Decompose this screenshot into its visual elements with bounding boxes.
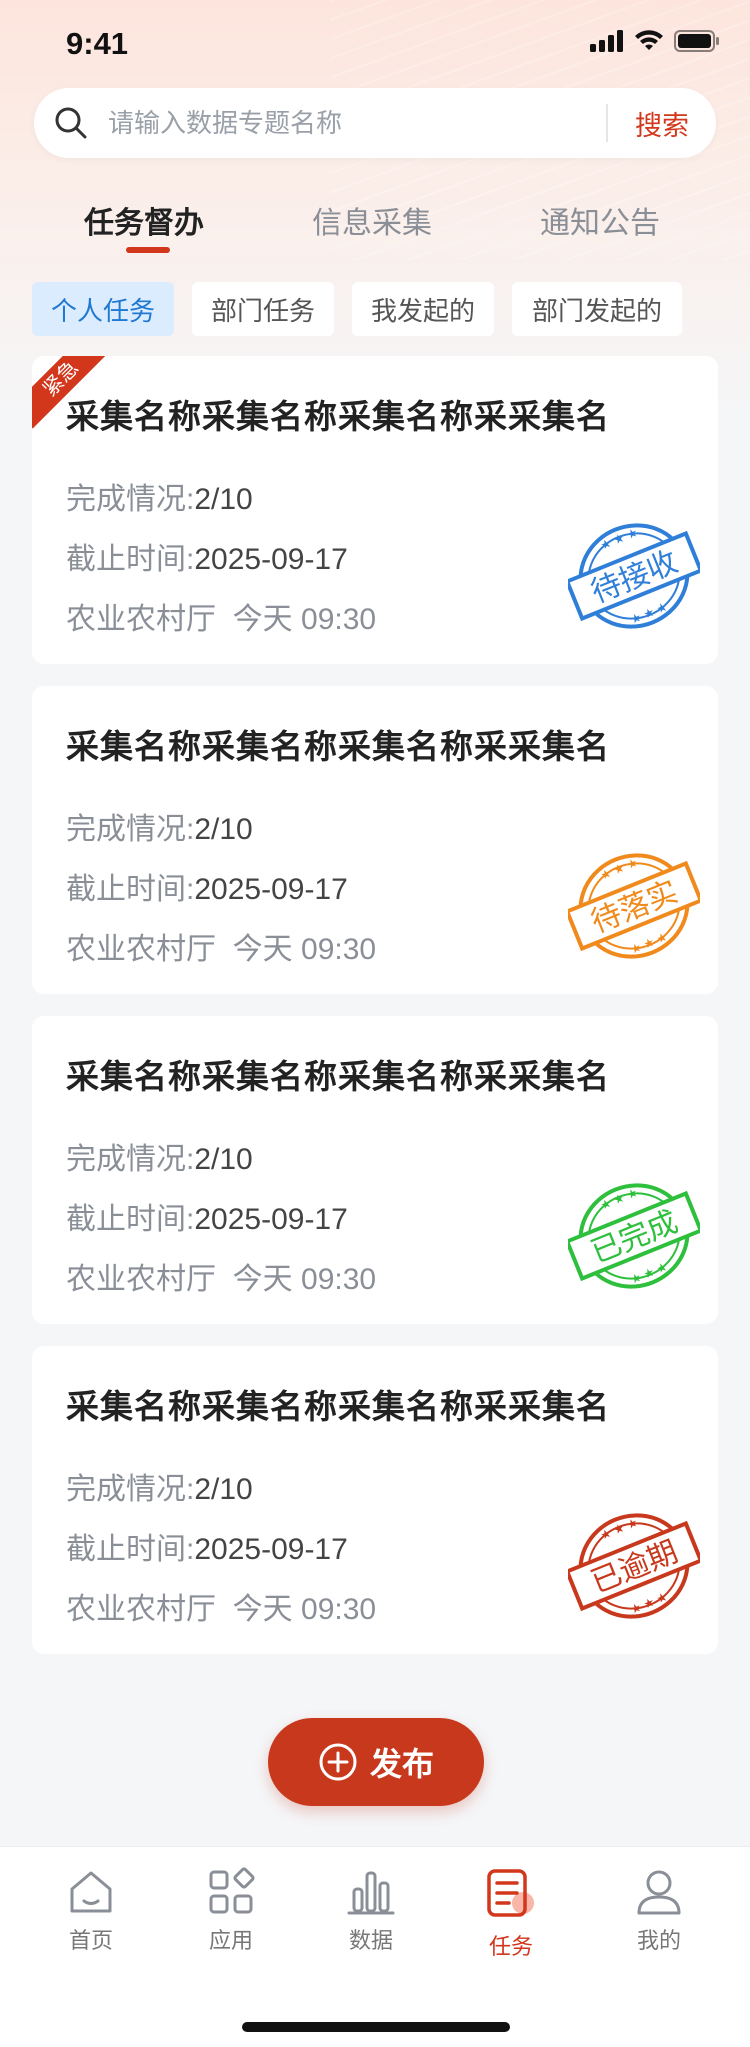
task-card[interactable]: 采集名称采集名称采集名称采采集名 完成情况:2/10 截止时间:2025-09-… — [32, 1016, 718, 1324]
status-stamp-pending-receive: 待接收 ★ ★ ★ ★ ★ ★ — [568, 523, 700, 629]
active-tab-indicator — [126, 247, 170, 253]
card-meta: 农业农村厅 今天 09:30 — [66, 594, 376, 638]
card-title: 采集名称采集名称采集名称采采集名 — [66, 1388, 610, 1425]
deadline-label: 截止时间: — [66, 873, 195, 906]
card-title: 采集名称采集名称采集名称采采集名 — [66, 728, 610, 765]
wifi-icon — [635, 30, 663, 50]
card-progress: 完成情况:2/10 — [66, 474, 253, 518]
tab-notices[interactable]: 通知公告 — [540, 198, 660, 242]
bar-chart-icon — [347, 1871, 395, 1915]
bottom-nav: 首页 应用 数据 任务 我的 — [0, 1846, 750, 2047]
status-stamp-completed: 已完成 ★ ★ ★ ★ ★ ★ — [568, 1183, 700, 1289]
search-button[interactable]: 搜索 — [608, 104, 716, 143]
subtab-department[interactable]: 部门任务 — [192, 282, 334, 336]
signal-icon — [590, 30, 623, 52]
task-card[interactable]: 采集名称采集名称采集名称采采集名 完成情况:2/10 截止时间:2025-09-… — [32, 686, 718, 994]
nav-label: 任务 — [488, 1934, 533, 1959]
deadline-value: 2025-09-17 — [194, 873, 348, 906]
publish-time: 今天 09:30 — [232, 603, 377, 636]
progress-value: 2/10 — [194, 483, 253, 516]
progress-value: 2/10 — [194, 1473, 253, 1506]
home-icon — [70, 1871, 112, 1913]
card-deadline: 截止时间:2025-09-17 — [66, 864, 348, 908]
subtab-initiated-by-dept[interactable]: 部门发起的 — [512, 282, 682, 336]
task-card[interactable]: 采集名称采集名称采集名称采采集名 完成情况:2/10 截止时间:2025-09-… — [32, 1346, 718, 1654]
publish-time: 今天 09:30 — [232, 933, 377, 966]
deadline-value: 2025-09-17 — [194, 1203, 348, 1236]
publish-time: 今天 09:30 — [232, 1263, 377, 1296]
nav-tasks[interactable]: 任务 — [441, 1867, 581, 1961]
nav-label: 数据 — [348, 1928, 393, 1953]
battery-icon — [674, 30, 719, 52]
progress-label: 完成情况: — [66, 1473, 195, 1506]
nav-label: 应用 — [208, 1928, 253, 1953]
task-card[interactable]: 紧急 采集名称采集名称采集名称采采集名 完成情况:2/10 截止时间:2025-… — [32, 356, 718, 664]
deadline-value: 2025-09-17 — [194, 543, 348, 576]
deadline-label: 截止时间: — [66, 1533, 195, 1566]
card-progress: 完成情况:2/10 — [66, 1464, 253, 1508]
department: 农业农村厅 — [66, 603, 216, 636]
publish-time: 今天 09:30 — [232, 1593, 377, 1626]
publish-button[interactable]: 发布 — [268, 1718, 484, 1806]
publish-label: 发布 — [369, 1746, 434, 1782]
nav-data[interactable]: 数据 — [301, 1867, 441, 1955]
status-stamp-pending-implement: 待落实 ★ ★ ★ ★ ★ ★ — [568, 853, 700, 959]
nav-profile[interactable]: 我的 — [589, 1867, 729, 1955]
card-meta: 农业农村厅 今天 09:30 — [66, 924, 376, 968]
deadline-value: 2025-09-17 — [194, 1533, 348, 1566]
home-indicator — [242, 2022, 510, 2032]
status-stamp-overdue: 已逾期 ★ ★ ★ ★ ★ ★ — [568, 1513, 700, 1619]
card-title: 采集名称采集名称采集名称采采集名 — [66, 1058, 610, 1095]
subtab-personal[interactable]: 个人任务 — [32, 282, 174, 336]
department: 农业农村厅 — [66, 1263, 216, 1296]
card-deadline: 截止时间:2025-09-17 — [66, 534, 348, 578]
card-deadline: 截止时间:2025-09-17 — [66, 1194, 348, 1238]
search-bar: 搜索 — [34, 88, 716, 158]
progress-label: 完成情况: — [66, 813, 195, 846]
progress-label: 完成情况: — [66, 1143, 195, 1176]
nav-apps[interactable]: 应用 — [161, 1867, 301, 1955]
card-title: 采集名称采集名称采集名称采采集名 — [66, 398, 610, 435]
nav-home[interactable]: 首页 — [21, 1867, 161, 1955]
card-deadline: 截止时间:2025-09-17 — [66, 1524, 348, 1568]
task-icon — [487, 1869, 534, 1917]
card-progress: 完成情况:2/10 — [66, 1134, 253, 1178]
apps-icon — [209, 1867, 255, 1914]
tab-task-supervision[interactable]: 任务督办 — [84, 198, 204, 242]
plus-circle-icon — [318, 1742, 358, 1782]
search-input[interactable] — [106, 106, 606, 140]
progress-value: 2/10 — [194, 1143, 253, 1176]
status-time: 9:41 — [66, 26, 129, 61]
user-icon — [637, 1870, 681, 1915]
department: 农业农村厅 — [66, 933, 216, 966]
card-meta: 农业农村厅 今天 09:30 — [66, 1584, 376, 1628]
deadline-label: 截止时间: — [66, 543, 195, 576]
nav-label: 首页 — [68, 1928, 113, 1953]
tab-info-collection[interactable]: 信息采集 — [312, 198, 432, 242]
status-icons — [590, 30, 720, 52]
card-meta: 农业农村厅 今天 09:30 — [66, 1254, 376, 1298]
card-progress: 完成情况:2/10 — [66, 804, 253, 848]
deadline-label: 截止时间: — [66, 1203, 195, 1236]
progress-value: 2/10 — [194, 813, 253, 846]
progress-label: 完成情况: — [66, 483, 195, 516]
subtab-initiated-by-me[interactable]: 我发起的 — [352, 282, 494, 336]
department: 农业农村厅 — [66, 1593, 216, 1626]
nav-label: 我的 — [636, 1928, 681, 1953]
search-icon — [52, 104, 90, 142]
